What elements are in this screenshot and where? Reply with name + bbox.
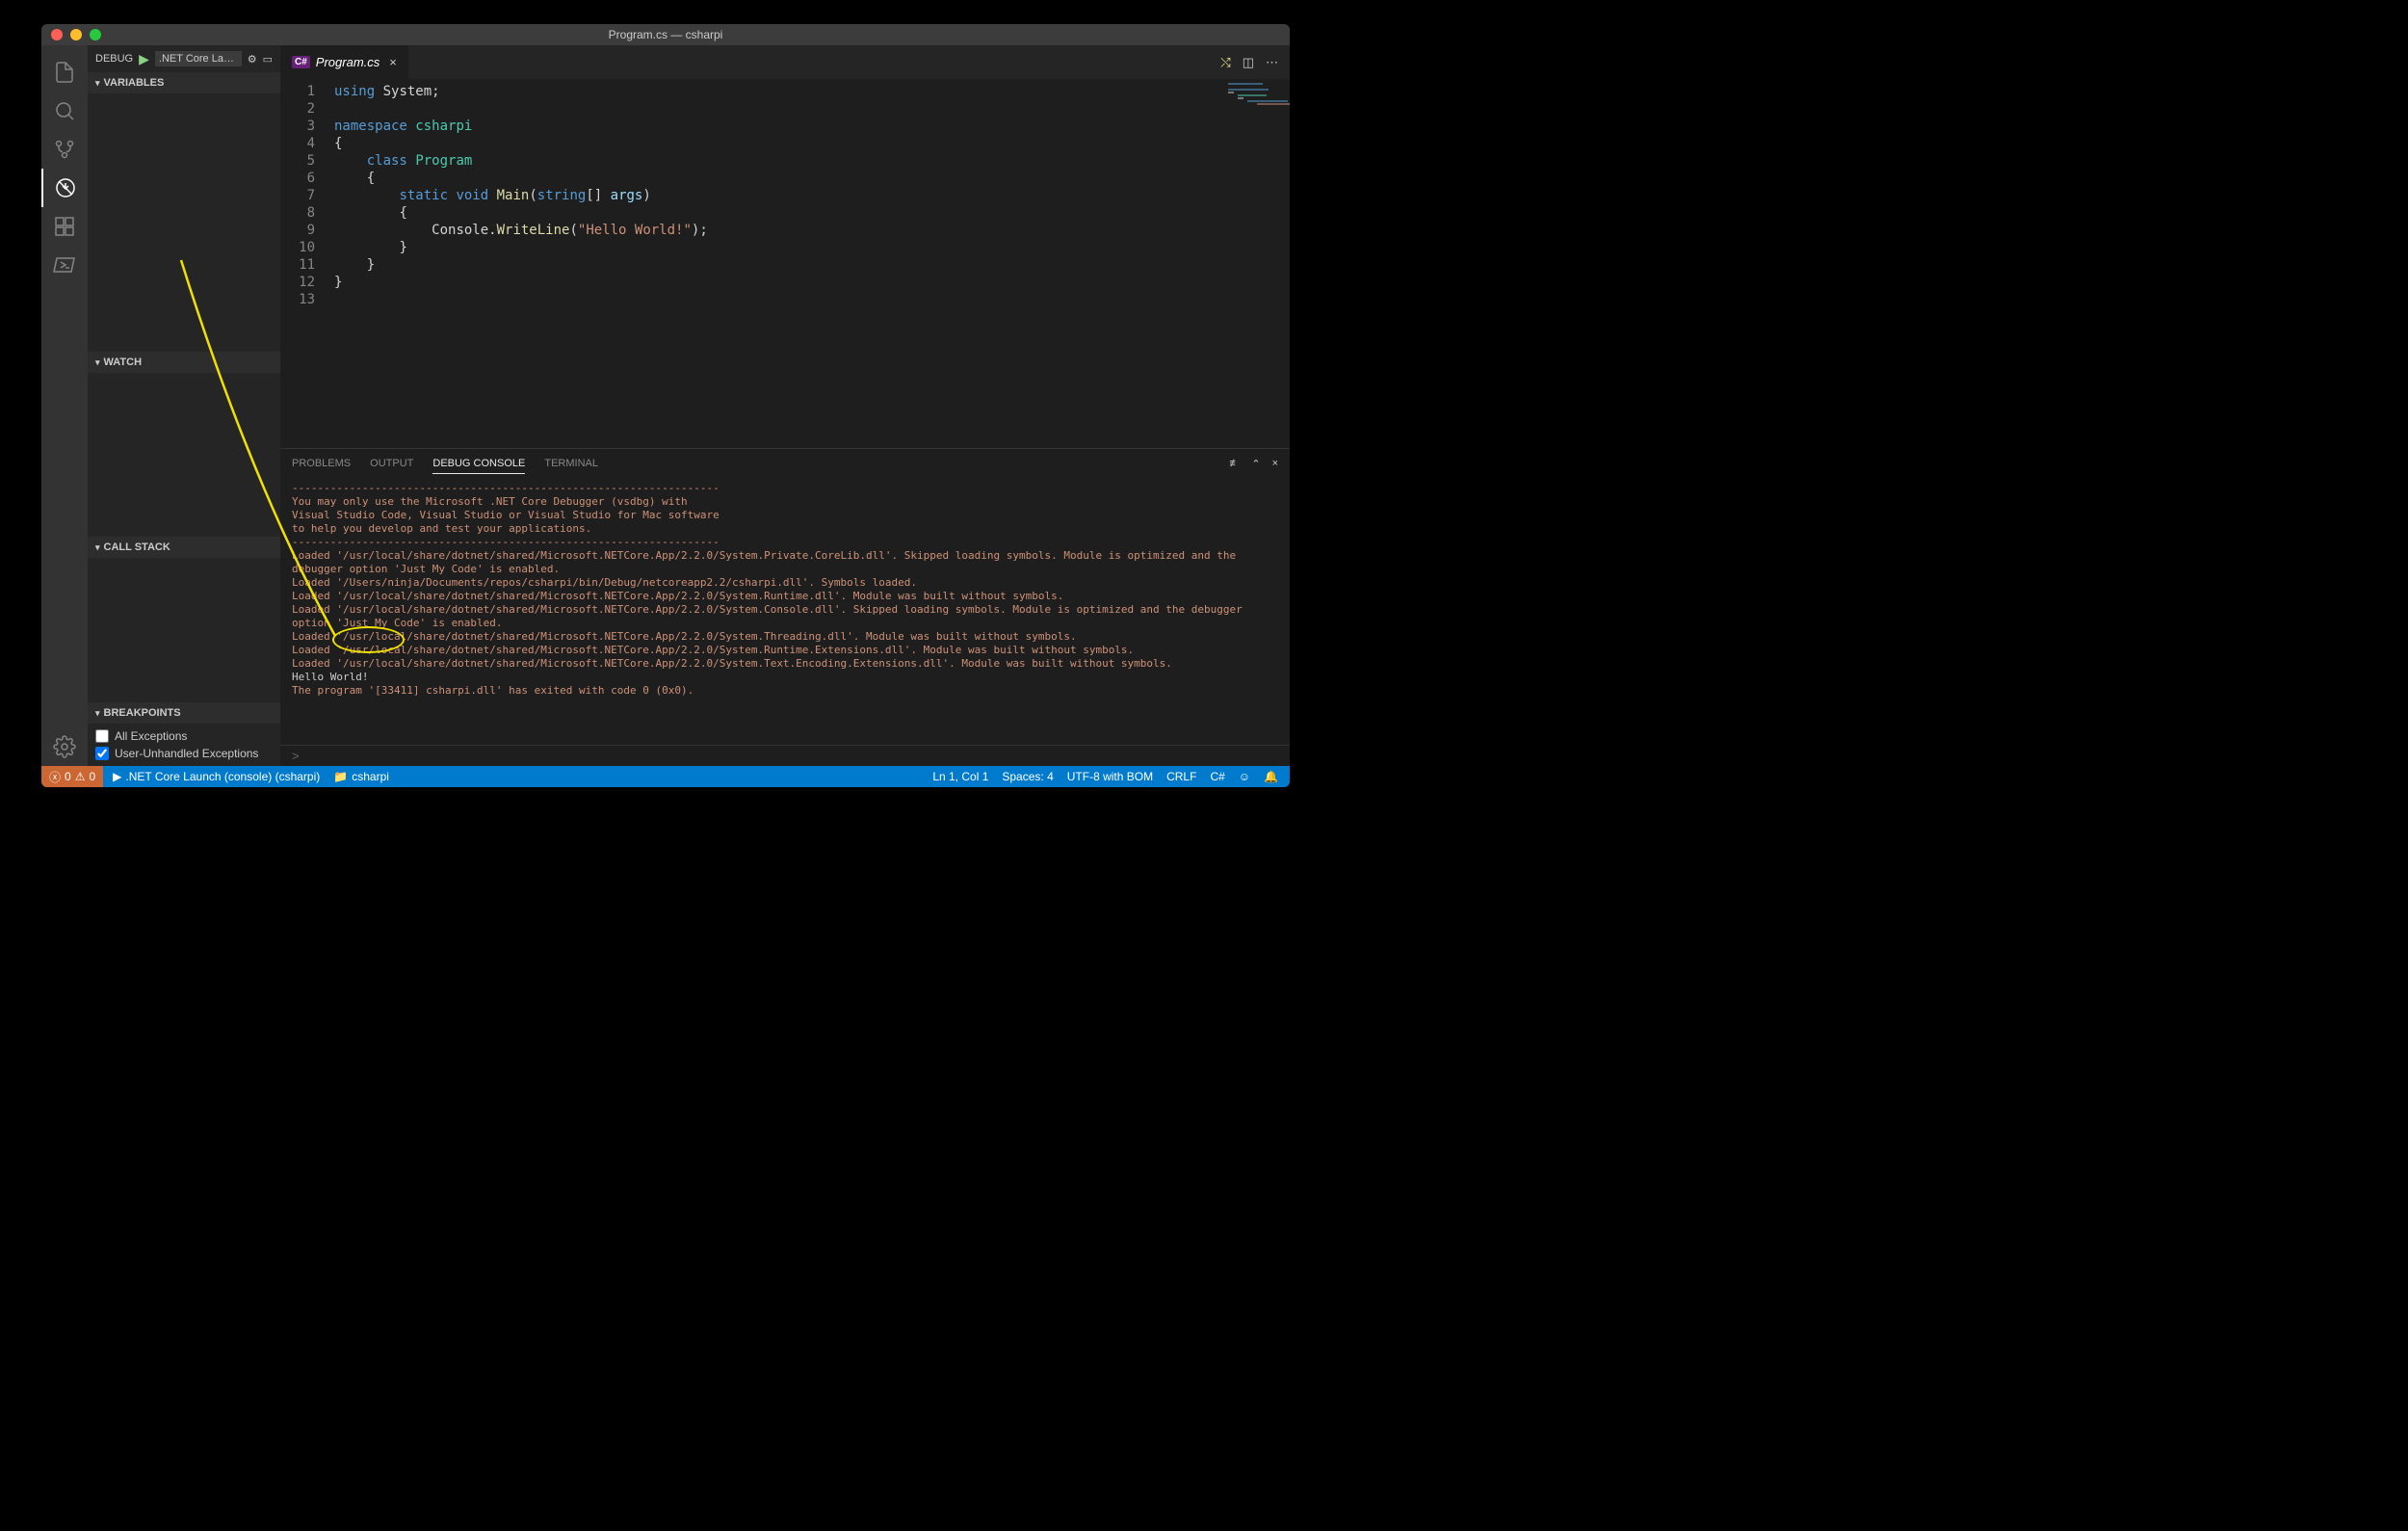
- variables-section: VARIABLES: [88, 72, 280, 352]
- play-icon: ▶: [113, 770, 121, 783]
- status-debug-config[interactable]: ▶ .NET Core Launch (console) (csharpi): [109, 770, 324, 783]
- watch-section: WATCH: [88, 352, 280, 537]
- tab-filename: Program.cs: [316, 55, 380, 69]
- error-icon: ⓧ: [49, 769, 61, 785]
- status-ln-col[interactable]: Ln 1, Col 1: [929, 770, 992, 783]
- debug-console-output[interactable]: ----------------------------------------…: [280, 478, 1290, 745]
- maximize-window-button[interactable]: [90, 29, 101, 40]
- editor-tabs: C# Program.cs × ⤭ ◫ ⋯: [280, 45, 1290, 79]
- status-branch[interactable]: 📁 csharpi: [329, 770, 393, 783]
- search-icon[interactable]: [41, 92, 88, 130]
- window-title: Program.cs — csharpi: [609, 28, 723, 41]
- main-area: C# Program.cs × ⤭ ◫ ⋯ 12345678910111213 …: [280, 45, 1290, 766]
- debug-icon[interactable]: [41, 169, 88, 207]
- status-spaces[interactable]: Spaces: 4: [998, 770, 1057, 783]
- debug-config-select[interactable]: .NET Core Launc: [155, 51, 242, 66]
- window-controls: [51, 29, 101, 40]
- breakpoint-item[interactable]: User-Unhandled Exceptions: [95, 745, 273, 762]
- folder-icon: 📁: [333, 770, 348, 783]
- status-feedback-icon[interactable]: ☺: [1235, 770, 1254, 783]
- explorer-icon[interactable]: [41, 53, 88, 92]
- powershell-icon[interactable]: [41, 246, 88, 284]
- clear-console-icon[interactable]: ≢: [1229, 458, 1240, 470]
- warning-icon: ⚠: [75, 770, 86, 783]
- code-content[interactable]: using System; namespace csharpi{ class P…: [327, 79, 708, 448]
- extensions-icon[interactable]: [41, 207, 88, 246]
- close-window-button[interactable]: [51, 29, 63, 40]
- tab-debug-console[interactable]: DEBUG CONSOLE: [432, 454, 525, 474]
- tab-program-cs[interactable]: C# Program.cs ×: [280, 45, 409, 79]
- callstack-section: CALL STACK: [88, 537, 280, 702]
- bottom-panel: PROBLEMS OUTPUT DEBUG CONSOLE TERMINAL ≡…: [280, 448, 1290, 766]
- debug-toolbar: DEBUG ▶ .NET Core Launc ⚙ ▭: [88, 45, 280, 72]
- csharp-badge-icon: C#: [292, 56, 310, 68]
- status-notifications-icon[interactable]: 🔔: [1260, 770, 1282, 783]
- debug-console-input[interactable]: >: [280, 745, 1290, 766]
- tab-output[interactable]: OUTPUT: [370, 454, 413, 473]
- editor-actions: ⤭ ◫ ⋯: [1209, 45, 1290, 79]
- settings-gear-icon[interactable]: [41, 727, 88, 766]
- breakpoint-label: User-Unhandled Exceptions: [115, 747, 258, 760]
- breakpoint-item[interactable]: All Exceptions: [95, 727, 273, 745]
- git-compare-icon[interactable]: ⤭: [1220, 55, 1230, 70]
- status-encoding[interactable]: UTF-8 with BOM: [1063, 770, 1157, 783]
- minimap[interactable]: [1228, 83, 1286, 112]
- debug-console-toggle-icon[interactable]: ▭: [263, 53, 273, 66]
- watch-header[interactable]: WATCH: [88, 352, 280, 373]
- minimize-window-button[interactable]: [70, 29, 82, 40]
- status-eol[interactable]: CRLF: [1163, 770, 1200, 783]
- titlebar[interactable]: Program.cs — csharpi: [41, 24, 1290, 45]
- panel-tabs: PROBLEMS OUTPUT DEBUG CONSOLE TERMINAL ≡…: [280, 449, 1290, 478]
- breakpoints-header[interactable]: BREAKPOINTS: [88, 702, 280, 724]
- source-control-icon[interactable]: [41, 130, 88, 169]
- start-debug-button[interactable]: ▶: [139, 51, 149, 67]
- vscode-window: Program.cs — csharpi: [41, 24, 1290, 787]
- close-tab-icon[interactable]: ×: [389, 55, 397, 69]
- code-editor[interactable]: 12345678910111213 using System; namespac…: [280, 79, 1290, 448]
- breakpoints-section: BREAKPOINTS All Exceptions User-Unhandled…: [88, 702, 280, 766]
- debug-settings-icon[interactable]: ⚙: [248, 53, 257, 66]
- split-editor-icon[interactable]: ◫: [1243, 55, 1254, 70]
- tab-terminal[interactable]: TERMINAL: [544, 454, 598, 473]
- input-prompt: >: [292, 749, 300, 763]
- line-numbers: 12345678910111213: [280, 79, 327, 448]
- window-body: DEBUG ▶ .NET Core Launc ⚙ ▭ VARIABLES WA…: [41, 45, 1290, 766]
- debug-label: DEBUG: [95, 53, 133, 65]
- tab-problems[interactable]: PROBLEMS: [292, 454, 351, 473]
- status-errors-warnings[interactable]: ⓧ0 ⚠0: [41, 766, 103, 787]
- callstack-header[interactable]: CALL STACK: [88, 537, 280, 558]
- breakpoint-checkbox[interactable]: [95, 729, 109, 743]
- breakpoint-checkbox[interactable]: [95, 747, 109, 760]
- close-panel-icon[interactable]: ×: [1272, 458, 1278, 470]
- breakpoint-label: All Exceptions: [115, 729, 187, 743]
- status-language[interactable]: C#: [1206, 770, 1228, 783]
- activity-bar: [41, 45, 88, 766]
- status-bar: ⓧ0 ⚠0 ▶ .NET Core Launch (console) (csha…: [41, 766, 1290, 787]
- collapse-panel-icon[interactable]: ⌃: [1251, 458, 1260, 470]
- debug-sidebar: DEBUG ▶ .NET Core Launc ⚙ ▭ VARIABLES WA…: [88, 45, 280, 766]
- more-actions-icon[interactable]: ⋯: [1266, 55, 1278, 70]
- variables-header[interactable]: VARIABLES: [88, 72, 280, 93]
